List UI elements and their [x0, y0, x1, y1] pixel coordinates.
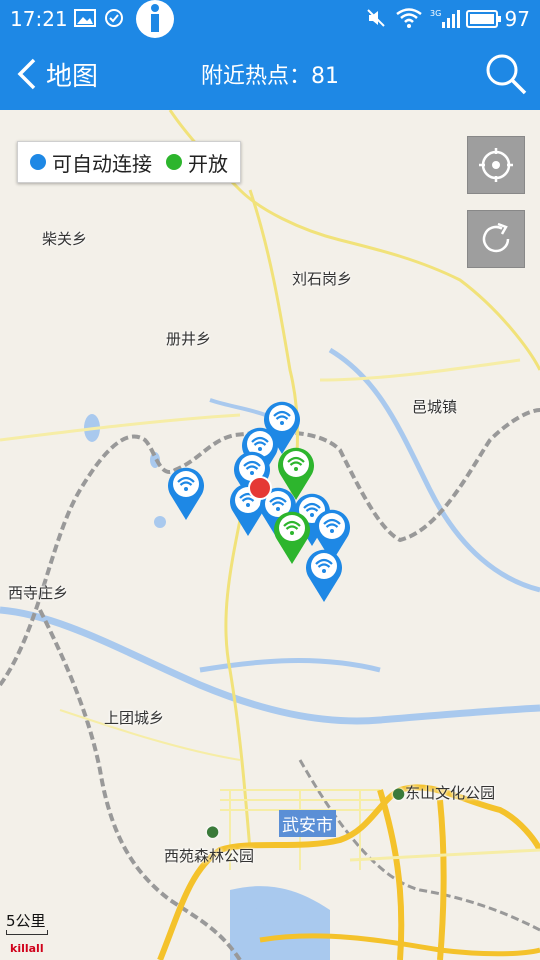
back-label: 地图 [46, 61, 99, 92]
place-label: ●东山文化公园 [392, 782, 495, 803]
status-time: 17:21 [10, 7, 68, 31]
back-arrow-icon [17, 58, 36, 90]
legend-open: 开放 [166, 148, 228, 177]
watermark: killall [10, 942, 44, 955]
cell-signal-icon: 3G [430, 9, 460, 28]
status-bar: 17:21 3G 97 [0, 0, 540, 38]
battery-icon [466, 10, 501, 28]
refresh-button[interactable] [467, 210, 525, 268]
legend-open-dot [166, 154, 182, 170]
mute-icon [367, 9, 385, 27]
wifi-icon [278, 447, 314, 500]
battery-level: 97 [504, 7, 530, 31]
scale-label: 5公里 [6, 912, 46, 930]
place-label: 柴关乡 [42, 230, 88, 248]
legend-open-label: 开放 [188, 151, 228, 176]
app-bar: 地图 附近热点：81 [0, 38, 540, 110]
open-hotspot-pin[interactable] [276, 444, 316, 506]
refresh-icon [482, 222, 510, 253]
place-label: 邑城镇 [412, 398, 458, 416]
wifi-signal-icon [396, 8, 422, 28]
hotspot-pin[interactable] [166, 464, 206, 526]
current-location-marker [248, 476, 272, 500]
place-label: 西寺庄乡 [8, 584, 69, 602]
check-circle-icon [105, 9, 123, 27]
map-view[interactable]: 可自动连接 开放 柴关乡 刘石岗乡 册井乡 邑城镇 西寺庄乡 上团城乡 ●东山文… [0, 110, 540, 960]
place-label: 上团城乡 [104, 709, 165, 727]
locate-button[interactable] [467, 136, 525, 194]
legend-auto-connect: 可自动连接 [30, 148, 152, 177]
park-icon: ● [392, 784, 406, 802]
place-label-text: 东山文化公园 [405, 784, 496, 802]
place-label: 册井乡 [166, 330, 212, 348]
city-label: 武安市 [279, 810, 336, 837]
wifi-icon [168, 467, 204, 520]
map-legend: 可自动连接 开放 [17, 141, 241, 183]
place-label: 刘石岗乡 [292, 270, 353, 288]
svg-text:3G: 3G [430, 9, 441, 18]
legend-auto-connect-label: 可自动连接 [52, 151, 152, 176]
open-hotspot-pin[interactable] [272, 508, 312, 570]
locate-icon [479, 148, 513, 182]
scale-bar [6, 930, 48, 935]
place-label: 西苑森林公园 [164, 847, 255, 865]
back-button[interactable]: 地图 [16, 52, 98, 96]
park-icon: ● [206, 822, 220, 840]
wifi-icon [274, 511, 310, 564]
search-button[interactable] [484, 52, 528, 96]
info-icon [136, 0, 174, 38]
search-icon [486, 54, 527, 95]
image-icon [74, 9, 96, 27]
legend-auto-connect-dot [30, 154, 46, 170]
